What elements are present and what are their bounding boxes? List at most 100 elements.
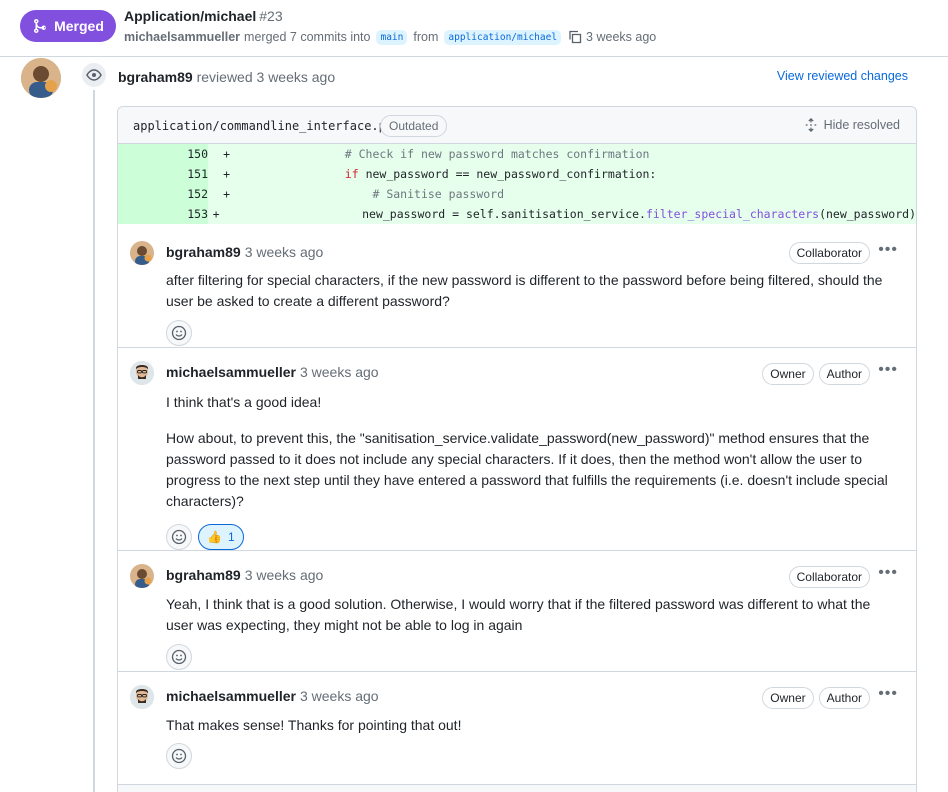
author-name[interactable]: michaelsammueller — [166, 688, 296, 704]
smiley-icon[interactable] — [166, 644, 192, 670]
comment-badges: Owner Author — [762, 363, 870, 385]
reactions — [166, 644, 192, 670]
comment-author[interactable]: bgraham89 3 weeks ago — [166, 567, 323, 583]
kebab-horizontal-icon[interactable]: ••• — [878, 685, 898, 703]
kebab-horizontal-icon[interactable]: ••• — [878, 361, 898, 379]
reviewer-avatar[interactable] — [21, 58, 61, 98]
reaction-count: 1 — [227, 530, 235, 544]
review-thread: application/commandline_interface.py Out… — [117, 106, 917, 792]
comment-badges: Owner Author — [762, 687, 870, 709]
diff-hunk: 150 + # Check if new password matches co… — [118, 144, 916, 224]
smiley-icon[interactable] — [166, 320, 192, 346]
comment-author[interactable]: michaelsammueller 3 weeks ago — [166, 364, 379, 380]
merged-status-label: Merged — [54, 18, 104, 34]
code: if new_password == new_password_confirma… — [344, 167, 657, 181]
pr-number: #23 — [259, 8, 283, 24]
collaborator-badge: Collaborator — [788, 242, 870, 264]
divider — [118, 347, 916, 348]
reviewer-name[interactable]: bgraham89 — [118, 69, 193, 85]
pr-title[interactable]: Application/michael #23 — [124, 8, 283, 24]
timeline-line — [93, 90, 95, 792]
code: # Sanitise password — [372, 187, 505, 201]
line-number[interactable]: 152 — [118, 184, 208, 204]
hide-resolved-button[interactable]: Hide resolved — [804, 118, 900, 132]
comment-body: Yeah, I think that is a good solution. O… — [166, 594, 896, 636]
reactions — [166, 320, 192, 346]
kebab-horizontal-icon[interactable]: ••• — [878, 564, 898, 582]
comment-author[interactable]: michaelsammueller 3 weeks ago — [166, 688, 379, 704]
comment-body: after filtering for special characters, … — [166, 270, 896, 312]
avatar[interactable] — [130, 361, 154, 385]
comment-time[interactable]: 3 weeks ago — [245, 244, 324, 260]
merge-time: 3 weeks ago — [586, 30, 657, 44]
comment-text: after filtering for special characters, … — [166, 272, 883, 309]
smiley-icon[interactable] — [166, 524, 192, 550]
comment-body: I think that's a good idea! How about, t… — [166, 392, 896, 512]
line-number[interactable]: 151 — [118, 164, 208, 184]
view-reviewed-changes-link[interactable]: View reviewed changes — [777, 69, 908, 83]
smiley-icon[interactable] — [166, 743, 192, 769]
pr-title-text[interactable]: Application/michael — [124, 8, 256, 24]
comment-time[interactable]: 3 weeks ago — [300, 364, 379, 380]
comment-text: Yeah, I think that is a good solution. O… — [166, 596, 871, 633]
author-name[interactable]: bgraham89 — [166, 567, 241, 583]
diff-sign: + — [223, 187, 230, 201]
diff-line: 150 + # Check if new password matches co… — [118, 144, 916, 164]
line-number[interactable]: 150 — [118, 144, 208, 164]
diff-line: 152 + # Sanitise password — [118, 184, 916, 204]
diff-sign: + — [223, 147, 230, 161]
collaborator-badge: Collaborator — [788, 566, 870, 588]
git-merge-icon — [34, 19, 47, 33]
comment-time[interactable]: 3 weeks ago — [300, 688, 379, 704]
hide-resolved-label: Hide resolved — [823, 118, 900, 132]
unfold-icon — [805, 118, 816, 132]
comment-badges: Collaborator — [788, 566, 870, 588]
comment-text: I think that's a good idea! — [166, 394, 322, 410]
thumbs-up-icon: 👍 — [207, 530, 222, 544]
owner-badge: Owner — [762, 363, 814, 385]
avatar-image — [21, 58, 61, 98]
comment-text: That makes sense! Thanks for pointing th… — [166, 717, 462, 733]
pr-meta: michaelsammueller merged 7 commits into … — [124, 29, 656, 45]
base-branch[interactable]: main — [376, 29, 408, 45]
reactions: 👍 1 — [166, 524, 244, 550]
avatar[interactable] — [130, 685, 154, 709]
file-header: application/commandline_interface.py Out… — [118, 107, 916, 144]
review-action: reviewed — [196, 69, 253, 85]
thumbs-up-reaction[interactable]: 👍 1 — [198, 524, 244, 550]
review-time[interactable]: 3 weeks ago — [257, 69, 336, 85]
reply-area[interactable] — [118, 784, 916, 792]
diff-sign: + — [223, 167, 230, 181]
outdated-badge: Outdated — [380, 115, 448, 137]
head-branch[interactable]: application/michael — [444, 29, 562, 45]
code: new_password = self.sanitisation_service… — [362, 207, 916, 221]
divider — [118, 671, 916, 672]
author-badge: Author — [818, 687, 870, 709]
author-badge: Author — [818, 363, 870, 385]
owner-badge: Owner — [762, 687, 814, 709]
eye-icon — [80, 61, 108, 89]
comment-author[interactable]: bgraham89 3 weeks ago — [166, 244, 323, 260]
copy-icon[interactable] — [567, 29, 583, 45]
divider — [118, 550, 916, 551]
author-name[interactable]: bgraham89 — [166, 244, 241, 260]
review-header: bgraham89 reviewed 3 weeks ago — [118, 69, 335, 85]
avatar[interactable] — [130, 241, 154, 265]
diff-sign: + — [212, 207, 220, 221]
merged-status-badge: Merged — [20, 10, 116, 42]
author-name[interactable]: michaelsammueller — [166, 364, 296, 380]
line-number[interactable]: 153 — [118, 204, 208, 224]
diff-line: 151 + if new_password == new_password_co… — [118, 164, 916, 184]
avatar[interactable] — [130, 564, 154, 588]
pr-header: Merged Application/michael #23 michaelsam… — [0, 0, 948, 57]
file-path[interactable]: application/commandline_interface.py — [133, 119, 393, 133]
pr-author-link[interactable]: michaelsammueller — [124, 30, 240, 44]
from-text: from — [413, 30, 439, 44]
comment-badges: Collaborator — [788, 242, 870, 264]
kebab-horizontal-icon[interactable]: ••• — [878, 241, 898, 259]
comment-time[interactable]: 3 weeks ago — [245, 567, 324, 583]
code: # Check if new password matches confirma… — [344, 147, 650, 161]
diff-line: 153 + new_password = self.sanitisation_s… — [118, 204, 916, 224]
reactions — [166, 743, 192, 769]
comment-body: That makes sense! Thanks for pointing th… — [166, 715, 896, 736]
